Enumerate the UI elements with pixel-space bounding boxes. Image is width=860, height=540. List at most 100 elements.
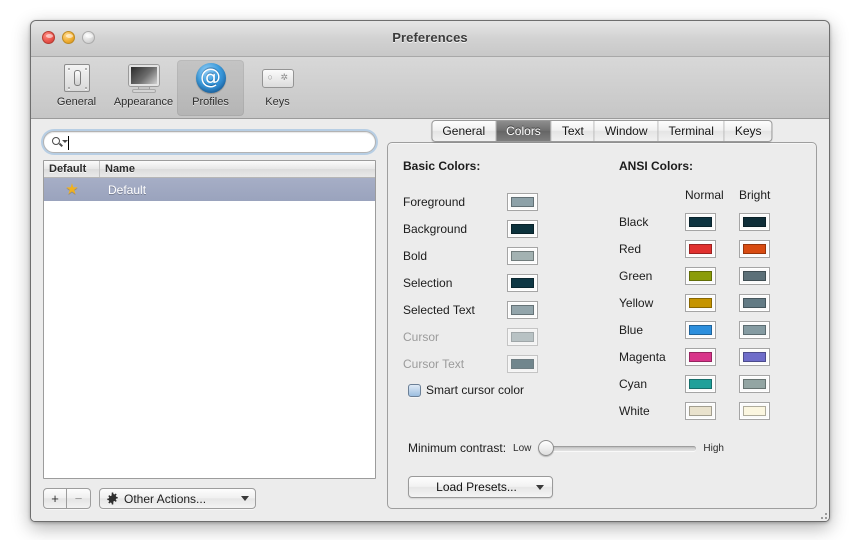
basic-colors-title: Basic Colors: <box>403 159 481 173</box>
basic-color-label: Cursor <box>403 329 440 344</box>
toolbar-item-appearance[interactable]: Appearance <box>110 60 177 116</box>
basic-color-row-bold: Bold <box>403 242 619 269</box>
color-well-cursor-text <box>507 354 538 373</box>
tab-general[interactable]: General <box>432 121 497 141</box>
ansi-color-label: Red <box>619 241 642 256</box>
ansi-header-normal: Normal <box>685 188 724 202</box>
basic-color-row-cursor: Cursor <box>403 323 619 350</box>
remove-profile-button[interactable]: − <box>67 488 91 509</box>
ansi-header-bright: Bright <box>739 188 771 202</box>
toolbar-item-label: General <box>56 96 97 108</box>
color-well-blue-bright[interactable] <box>739 320 770 339</box>
color-well-selected-text[interactable] <box>507 300 538 319</box>
color-well-white-bright[interactable] <box>739 401 770 420</box>
text-caret <box>68 136 69 150</box>
toolbar-item-label: Profiles <box>192 96 229 108</box>
tab-window[interactable]: Window <box>595 121 659 141</box>
search-icon[interactable] <box>52 136 68 149</box>
basic-color-label: Bold <box>403 248 428 263</box>
toolbar-item-profiles[interactable]: @ Profiles <box>177 60 244 116</box>
color-well-cyan-normal[interactable] <box>685 374 716 393</box>
ansi-color-label: Magenta <box>619 349 666 364</box>
column-header-default[interactable]: Default <box>44 161 100 177</box>
color-well-white-normal[interactable] <box>685 401 716 420</box>
color-well-green-normal[interactable] <box>685 266 716 285</box>
table-body: ★ Default <box>44 178 375 478</box>
ansi-row-cyan: Cyan <box>619 370 799 397</box>
color-well-yellow-bright[interactable] <box>739 293 770 312</box>
other-actions-popup-button[interactable]: Other Actions... <box>99 488 256 509</box>
ansi-color-label: Black <box>619 214 649 229</box>
ansi-color-label: Blue <box>619 322 644 337</box>
toolbar-item-keys[interactable]: ○ ✲ Keys <box>244 60 311 116</box>
tab-colors[interactable]: Colors <box>496 121 552 141</box>
chevron-down-icon <box>536 484 544 490</box>
title-bar: Preferences <box>31 21 829 57</box>
color-well-black-normal[interactable] <box>685 212 716 231</box>
ansi-row-magenta: Magenta <box>619 343 799 370</box>
color-well-red-normal[interactable] <box>685 239 716 258</box>
slider-thumb[interactable] <box>538 440 555 456</box>
keys-icon: ○ ✲ <box>261 63 295 94</box>
profiles-table: Default Name ★ Default <box>43 160 376 479</box>
color-well-selection[interactable] <box>507 273 538 292</box>
column-header-name[interactable]: Name <box>100 161 375 177</box>
tab-text[interactable]: Text <box>552 121 595 141</box>
color-well-black-bright[interactable] <box>739 212 770 231</box>
load-presets-popup-button[interactable]: Load Presets... <box>408 476 553 498</box>
appearance-icon <box>127 63 161 94</box>
ansi-row-yellow: Yellow <box>619 289 799 316</box>
other-actions-label: Other Actions... <box>124 491 207 506</box>
add-profile-button[interactable]: + <box>43 488 67 509</box>
ansi-row-green: Green <box>619 262 799 289</box>
star-icon: ★ <box>65 181 79 198</box>
toolbar-item-label: Appearance <box>113 96 174 108</box>
color-well-magenta-bright[interactable] <box>739 347 770 366</box>
ansi-column-headers: Normal Bright <box>619 188 799 202</box>
tab-terminal[interactable]: Terminal <box>659 121 725 141</box>
ansi-row-black: Black <box>619 208 799 235</box>
basic-color-label: Background <box>403 221 468 236</box>
color-well-cursor <box>507 327 538 346</box>
minimum-contrast-row: Minimum contrast: Low High <box>408 440 799 456</box>
settings-pane: General Colors Text Window Terminal Keys… <box>387 120 817 509</box>
basic-color-row-selection: Selection <box>403 269 619 296</box>
ansi-row-white: White <box>619 397 799 424</box>
toolbar-item-general[interactable]: General <box>43 60 110 116</box>
minimum-contrast-label: Minimum contrast: <box>408 441 507 455</box>
smart-cursor-color-row[interactable]: Smart cursor color <box>408 383 619 397</box>
color-well-background[interactable] <box>507 219 538 238</box>
color-well-cyan-bright[interactable] <box>739 374 770 393</box>
resize-grip[interactable] <box>815 507 827 519</box>
load-presets-label: Load Presets... <box>436 480 517 494</box>
profiles-icon: @ <box>194 63 228 94</box>
preferences-window: Preferences General Appearance @ Profile… <box>30 20 830 522</box>
ansi-color-label: Green <box>619 268 653 283</box>
ansi-row-red: Red <box>619 235 799 262</box>
slider-track[interactable] <box>538 445 697 451</box>
tab-keys[interactable]: Keys <box>725 121 772 141</box>
minimum-contrast-slider[interactable] <box>538 440 697 456</box>
basic-color-row-cursor-text: Cursor Text <box>403 350 619 377</box>
basic-color-row-foreground: Foreground <box>403 188 619 215</box>
ansi-colors-title: ANSI Colors: <box>619 159 694 173</box>
color-well-magenta-normal[interactable] <box>685 347 716 366</box>
add-remove-segmented-control: + − <box>43 488 91 509</box>
ansi-color-label: White <box>619 403 650 418</box>
general-icon <box>60 63 94 94</box>
color-well-blue-normal[interactable] <box>685 320 716 339</box>
smart-cursor-color-checkbox[interactable] <box>408 383 421 397</box>
color-well-yellow-normal[interactable] <box>685 293 716 312</box>
profiles-sidebar: Default Name ★ Default + − Other Actions… <box>43 131 376 509</box>
window-title: Preferences <box>392 30 468 45</box>
search-input[interactable] <box>69 133 375 151</box>
color-well-bold[interactable] <box>507 246 538 265</box>
color-well-foreground[interactable] <box>507 192 538 211</box>
search-field[interactable] <box>43 131 376 153</box>
tab-strip: General Colors Text Window Terminal Keys <box>431 120 773 142</box>
table-row[interactable]: ★ Default <box>44 178 375 201</box>
sidebar-bottom-bar: + − Other Actions... <box>43 479 376 509</box>
color-well-red-bright[interactable] <box>739 239 770 258</box>
basic-color-row-background: Background <box>403 215 619 242</box>
color-well-green-bright[interactable] <box>739 266 770 285</box>
